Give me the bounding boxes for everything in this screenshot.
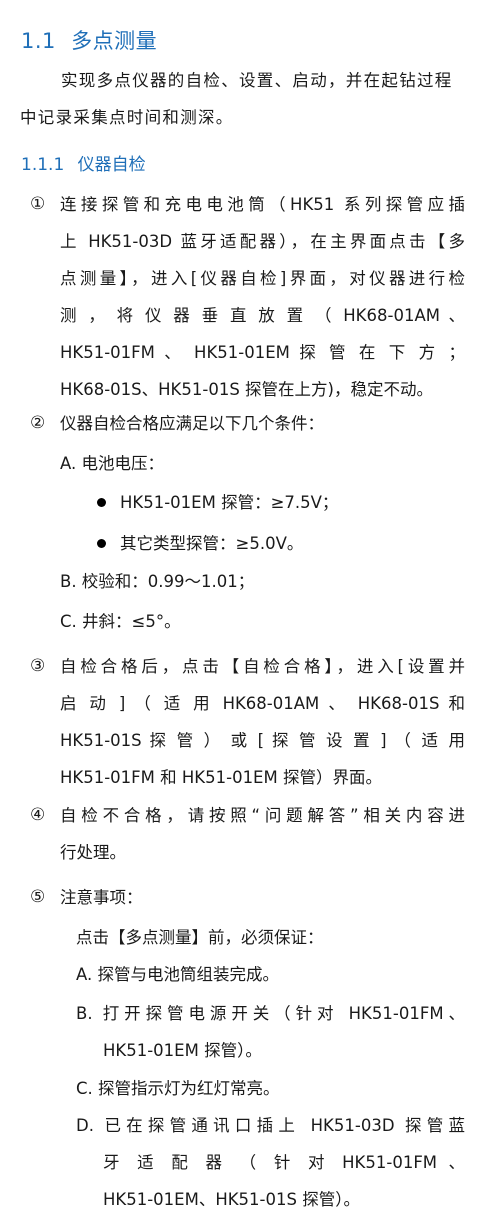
item-text: 自检合格后，点击【自检合格】，进入[设置并 启 动 ] （ 适 用 HK68-0… <box>60 648 465 796</box>
subsection-title: 仪器自检 <box>77 155 146 175</box>
note-line: HK51-01EM、HK51-01S 探管）。 <box>103 1190 360 1209</box>
condition-a-bullet-1: HK51-01EM 探管：≥7.5V； <box>120 493 339 512</box>
item-line: 自检不合格，请按照“问题解答”相关内容进 <box>60 806 465 825</box>
note-b: B. 打开探管电源开关（针对 HK51-01FM、 HK51-01EM 探管）。 <box>76 995 465 1069</box>
subsection-number: 1.1.1 <box>21 155 65 175</box>
item-line: 上 HK51-03D 蓝牙适配器），在主界面点击【多 <box>60 232 465 251</box>
list-item-4: ④ 自检不合格，请按照“问题解答”相关内容进 行处理。 <box>30 797 465 871</box>
item-line: 点测量】，进入[仪器自检]界面，对仪器进行检 <box>60 269 465 288</box>
note-a: A. 探管与电池筒组装完成。 <box>76 965 279 984</box>
item-number: ⑤ <box>30 887 46 907</box>
item-line: 测 ， 将 仪 器 垂 直 放 置 （ HK68-01AM 、 <box>60 306 465 325</box>
list-item-5: ⑤ 注意事项： <box>30 879 465 916</box>
item-line: 仪器自检合格应满足以下几个条件： <box>60 414 324 433</box>
note-line: HK51-01EM 探管）。 <box>103 1041 262 1060</box>
item-line: 启 动 ] （ 适 用 HK68-01AM 、 HK68-01S 和 <box>60 694 465 713</box>
item-line: HK51-01FM 、 HK51-01EM 探 管 在 下 方 ； <box>60 343 465 362</box>
item-line: 注意事项： <box>60 888 143 907</box>
item-line: HK68-01S、HK51-01S 探管在上方)，稳定不动。 <box>60 380 433 399</box>
item-line: 行处理。 <box>60 843 126 862</box>
item-line: 连接探管和充电电池筒（HK51 系列探管应插 <box>60 195 465 214</box>
subsection-heading: 1.1.1 仪器自检 <box>21 150 146 180</box>
note-line: B. 打开探管电源开关（针对 HK51-01FM、 <box>76 1004 465 1023</box>
list-item-3: ③ 自检合格后，点击【自检合格】，进入[设置并 启 动 ] （ 适 用 HK68… <box>30 648 465 796</box>
list-item-1: ① 连接探管和充电电池筒（HK51 系列探管应插 上 HK51-03D 蓝牙适配… <box>30 186 465 408</box>
document-page: 1.1 多点测量 实现多点仪器的自检、设置、启动，并在起钻过程中记录采集点时间和… <box>0 0 480 1216</box>
item-line: HK51-01S 探 管 ） 或 [ 探 管 设 置 ] （ 适 用 <box>60 731 465 750</box>
section-heading: 1.1 多点测量 <box>21 24 157 58</box>
item-line: 自检合格后，点击【自检合格】，进入[设置并 <box>60 657 465 676</box>
item-number: ④ <box>30 805 46 825</box>
item-line: HK51-01FM 和 HK51-01EM 探管）界面。 <box>60 768 382 787</box>
list-item-2: ② 仪器自检合格应满足以下几个条件： <box>30 405 465 442</box>
item-number: ③ <box>30 656 46 676</box>
section-title: 多点测量 <box>71 29 158 53</box>
note-c: C. 探管指示灯为红灯常亮。 <box>76 1079 280 1098</box>
item-number: ① <box>30 194 46 214</box>
item-text: 仪器自检合格应满足以下几个条件： <box>60 405 465 442</box>
item-number: ② <box>30 413 46 433</box>
section-intro: 实现多点仪器的自检、设置、启动，并在起钻过程中记录采集点时间和测深。 <box>20 71 453 127</box>
note-line: D. 已在探管通讯口插上 HK51-03D 探管蓝 <box>76 1116 465 1135</box>
note-line: 牙 适 配 器 （ 针 对 HK51-01FM 、 <box>103 1153 465 1172</box>
condition-a: A. 电池电压： <box>60 454 164 473</box>
item-text: 自检不合格，请按照“问题解答”相关内容进 行处理。 <box>60 797 465 871</box>
notes-lead: 点击【多点测量】前，必须保证： <box>76 928 324 947</box>
note-d: D. 已在探管通讯口插上 HK51-03D 探管蓝 牙 适 配 器 （ 针 对 … <box>76 1107 465 1218</box>
condition-a-bullet-2: 其它类型探管：≥5.0V。 <box>120 534 304 553</box>
condition-c: C. 井斜：≤5°。 <box>60 612 181 631</box>
item-text: 注意事项： <box>60 879 465 916</box>
bullet-dot <box>97 539 106 548</box>
section-number: 1.1 <box>21 29 56 53</box>
bullet-dot <box>97 498 106 507</box>
condition-b: B. 校验和：0.99～1.01； <box>60 572 255 591</box>
item-text: 连接探管和充电电池筒（HK51 系列探管应插 上 HK51-03D 蓝牙适配器）… <box>60 186 465 408</box>
